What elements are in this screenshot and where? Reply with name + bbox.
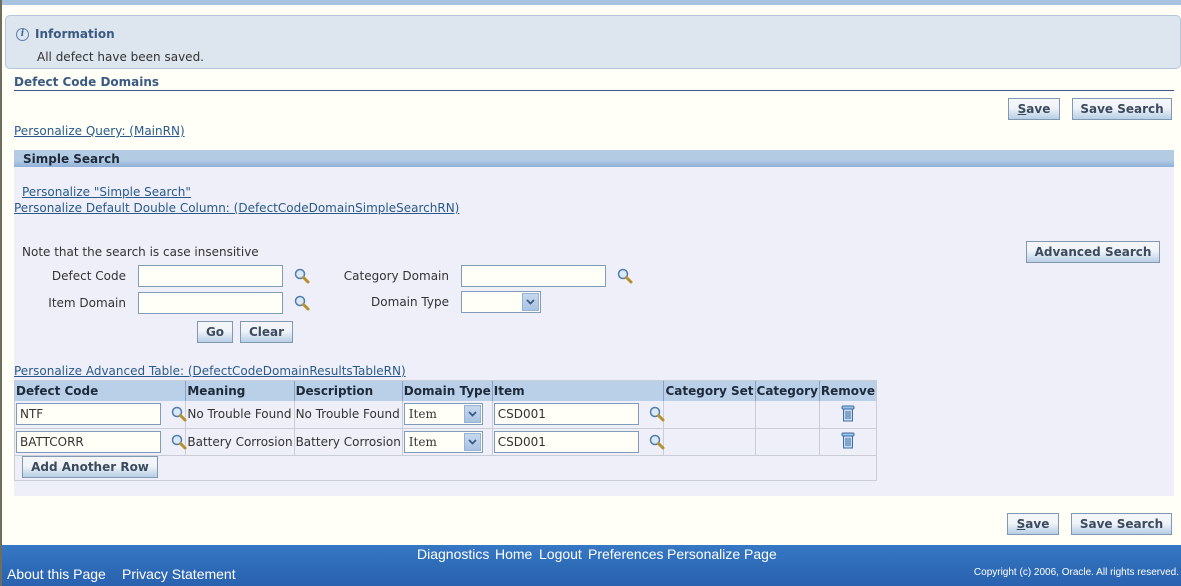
footer-link-home[interactable]: Home	[495, 546, 532, 562]
chevron-down-icon	[463, 405, 481, 424]
add-another-row-button[interactable]: Add Another Row	[22, 456, 158, 478]
information-message-box: i Information All defect have been saved…	[5, 15, 1181, 69]
defect-code-row-input[interactable]	[16, 403, 161, 426]
defect-code-input[interactable]	[138, 265, 283, 287]
domain-type-row-select[interactable]: Item	[403, 403, 483, 426]
footer-link-preferences[interactable]: Preferences	[588, 546, 663, 562]
defect-code-cell	[15, 401, 187, 429]
save-search-button-top[interactable]: Save Search	[1072, 98, 1172, 120]
column-header-category-set: Category Set	[663, 381, 756, 401]
trash-icon[interactable]	[841, 432, 855, 452]
item-domain-label: Item Domain	[48, 296, 126, 310]
personalize-advanced-table-link[interactable]: Personalize Advanced Table: (DefectCodeD…	[14, 364, 406, 378]
column-header-category: Category	[755, 381, 820, 401]
description-cell: No Trouble Found	[294, 401, 403, 429]
item-cell	[492, 401, 665, 429]
info-icon: i	[16, 27, 29, 41]
description-cell: Battery Corrosion	[294, 428, 403, 456]
column-header-meaning: Meaning	[185, 381, 295, 401]
category-set-cell	[663, 401, 756, 429]
table-header-row: Defect Code Meaning Description Domain T…	[15, 381, 876, 401]
information-message: All defect have been saved.	[37, 50, 204, 64]
column-header-description: Description	[294, 381, 403, 401]
category-set-cell	[663, 428, 756, 456]
defect-code-label: Defect Code	[51, 269, 126, 283]
defect-code-search-icon[interactable]	[293, 267, 311, 285]
column-header-remove: Remove	[819, 381, 876, 401]
case-insensitive-note: Note that the search is case insensitive	[22, 245, 259, 259]
domain-type-row-select[interactable]: Item	[403, 430, 483, 453]
remove-cell	[819, 428, 876, 456]
information-title-text: Information	[35, 27, 115, 41]
results-table: Defect Code Meaning Description Domain T…	[15, 381, 876, 456]
domain-type-row-value: Item	[408, 434, 437, 449]
item-row-input[interactable]	[493, 430, 639, 453]
top-bar	[2, 0, 1181, 5]
information-title: i Information	[16, 27, 115, 41]
save-accesskey: S	[1017, 102, 1027, 116]
results-table-region: Defect Code Meaning Description Domain T…	[14, 380, 877, 481]
footer-link-logout[interactable]: Logout	[539, 546, 582, 562]
remove-cell	[819, 401, 876, 429]
personalize-query-link[interactable]: Personalize Query: (MainRN)	[14, 124, 185, 138]
domain-type-select[interactable]	[461, 291, 541, 313]
item-domain-input[interactable]	[138, 292, 283, 314]
save-accesskey: S	[1016, 517, 1026, 531]
domain-type-cell: Item	[402, 401, 493, 429]
category-domain-search-icon[interactable]	[616, 267, 634, 285]
personalize-double-column-link[interactable]: Personalize Default Double Column: (Defe…	[14, 201, 459, 215]
column-header-defect-code: Defect Code	[15, 381, 187, 401]
advanced-search-button[interactable]: Advanced Search	[1026, 241, 1160, 263]
column-header-item: Item	[492, 381, 665, 401]
footer-link-diagnostics[interactable]: Diagnostics	[417, 546, 489, 562]
save-label-rest: ave	[1025, 517, 1050, 531]
domain-type-row-value: Item	[408, 407, 437, 422]
simple-search-header: Simple Search	[14, 150, 1174, 167]
category-cell	[755, 428, 820, 456]
category-cell	[755, 401, 820, 429]
domain-type-label: Domain Type	[371, 295, 449, 309]
item-domain-search-icon[interactable]	[293, 294, 311, 312]
personalize-simple-search-link[interactable]: Personalize "Simple Search"	[22, 185, 191, 199]
meaning-cell: No Trouble Found	[185, 401, 295, 429]
clear-button[interactable]: Clear	[240, 321, 293, 343]
chevron-down-icon	[522, 293, 539, 311]
save-button-bottom[interactable]: Save	[1007, 513, 1059, 535]
domain-type-cell: Item	[402, 428, 493, 456]
footer-link-about-this-page[interactable]: About this Page	[7, 566, 106, 582]
defect-code-cell	[15, 428, 187, 456]
item-row-input[interactable]	[493, 403, 639, 426]
category-domain-input[interactable]	[461, 265, 606, 287]
table-row: Battery Corrosion Battery Corrosion Item	[15, 428, 876, 456]
category-domain-label: Category Domain	[343, 269, 449, 283]
trash-icon[interactable]	[841, 405, 855, 425]
save-search-button-bottom[interactable]: Save Search	[1071, 513, 1172, 535]
go-button[interactable]: Go	[197, 321, 233, 343]
save-label-rest: ave	[1026, 102, 1051, 116]
copyright-text: Copyright (c) 2006, Oracle. All rights r…	[973, 567, 1179, 578]
save-button-top[interactable]: Save	[1008, 98, 1060, 120]
column-header-domain-type: Domain Type	[402, 381, 493, 401]
page-title: Defect Code Domains	[14, 75, 1174, 91]
defect-code-row-input[interactable]	[16, 430, 161, 453]
footer-link-personalize-page[interactable]: Personalize Page	[667, 546, 777, 562]
meaning-cell: Battery Corrosion	[185, 428, 295, 456]
footer: Diagnostics Home Logout Preferences Pers…	[2, 545, 1181, 586]
chevron-down-icon	[463, 432, 481, 451]
footer-link-privacy-statement[interactable]: Privacy Statement	[122, 566, 236, 582]
table-row: No Trouble Found No Trouble Found Item	[15, 401, 876, 429]
item-cell	[492, 428, 665, 456]
